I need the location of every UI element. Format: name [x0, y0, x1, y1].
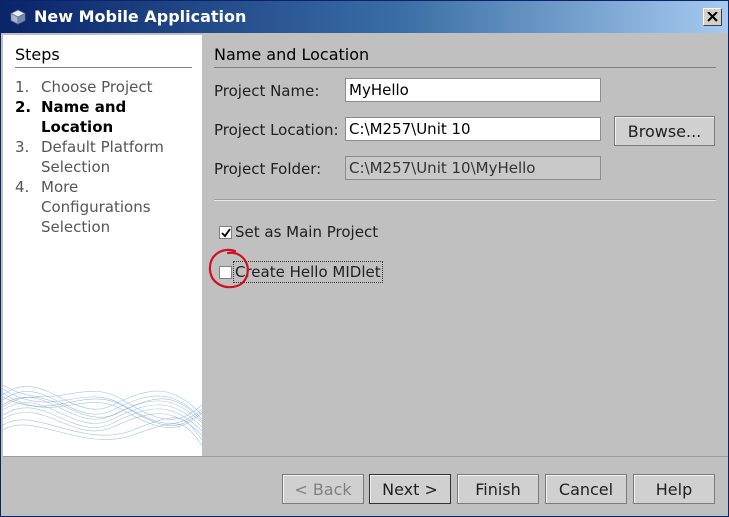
title-bar[interactable]: New Mobile Application	[1, 1, 728, 33]
steps-heading: Steps	[15, 45, 60, 64]
steps-panel: Steps 1. Choose Project 2. Name and Loca…	[3, 35, 202, 456]
heading-divider	[214, 67, 716, 68]
step-number: 1.	[15, 78, 30, 96]
step-label: Default Platform Selection	[41, 138, 164, 176]
window-title: New Mobile Application	[34, 7, 247, 26]
back-button[interactable]: < Back	[282, 474, 364, 504]
step-name-and-location: 2. Name and Location	[15, 97, 201, 137]
project-name-label: Project Name:	[214, 82, 320, 100]
step-default-platform-selection: 3. Default Platform Selection	[15, 137, 201, 177]
project-folder-input	[345, 156, 601, 180]
section-divider	[214, 199, 716, 201]
help-button[interactable]: Help	[633, 474, 715, 504]
close-button[interactable]	[703, 8, 722, 26]
step-label: Choose Project	[41, 78, 153, 96]
close-icon	[707, 12, 718, 22]
project-location-input[interactable]	[345, 117, 601, 141]
step-label: Name and Location	[41, 98, 127, 136]
step-number: 2.	[15, 98, 32, 116]
step-label: More Configurations Selection	[41, 178, 151, 236]
project-location-label: Project Location:	[214, 121, 339, 139]
steps-list: 1. Choose Project 2. Name and Location 3…	[15, 77, 201, 237]
annotation-circle	[208, 248, 249, 289]
step-choose-project: 1. Choose Project	[15, 77, 201, 97]
step-number: 3.	[15, 138, 30, 156]
step-number: 4.	[15, 178, 30, 196]
set-main-project-label[interactable]: Set as Main Project	[235, 223, 378, 241]
project-folder-label: Project Folder:	[214, 160, 322, 178]
wave-decoration	[3, 384, 202, 446]
project-name-input[interactable]	[345, 78, 601, 102]
step-more-configurations-selection: 4. More Configurations Selection	[15, 177, 201, 237]
panel-heading: Name and Location	[214, 45, 370, 64]
next-button[interactable]: Next >	[369, 474, 451, 504]
new-mobile-application-dialog: New Mobile Application Steps 1. Choose P…	[0, 0, 729, 517]
checkmark-icon	[221, 228, 231, 238]
main-panel: Name and Location Project Name: Project …	[202, 35, 728, 456]
footer-divider	[3, 456, 728, 457]
cube-icon	[10, 9, 26, 25]
set-main-project-checkbox[interactable]	[219, 226, 232, 239]
create-hello-midlet-label[interactable]: Create Hello MIDlet	[233, 261, 383, 283]
finish-button[interactable]: Finish	[457, 474, 539, 504]
steps-divider	[15, 67, 192, 68]
cancel-button[interactable]: Cancel	[545, 474, 627, 504]
browse-button[interactable]: Browse...	[614, 116, 715, 146]
